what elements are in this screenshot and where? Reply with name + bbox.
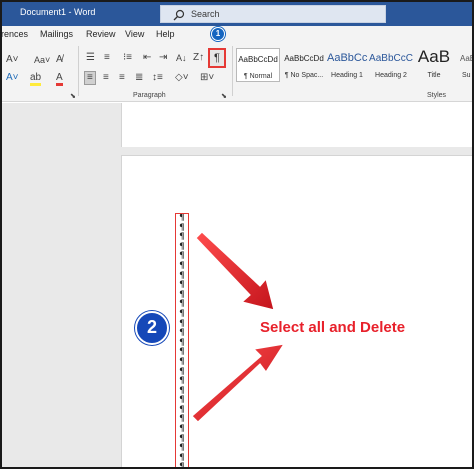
align-center-icon[interactable]: ≡ xyxy=(103,72,109,84)
style-sample: AaBbCcD xyxy=(460,54,474,63)
style-sample: AaBbCc xyxy=(327,52,368,64)
step-1-badge: 1 xyxy=(211,27,225,41)
tab-mailings[interactable]: Mailings xyxy=(40,29,73,39)
word-window: Document1 - Word Search rences Mailings … xyxy=(0,0,474,469)
paragraph-mark: ¶ xyxy=(179,462,185,469)
justify-icon[interactable]: ≣ xyxy=(135,72,143,84)
document-page[interactable] xyxy=(121,103,472,147)
text-effects-icon[interactable]: A˅ xyxy=(6,72,19,84)
tab-references[interactable]: rences xyxy=(2,29,28,39)
select-all-delete-callout: Select all and Delete xyxy=(260,319,406,336)
font-size-down-icon[interactable]: A˅ xyxy=(6,54,19,66)
clear-formatting-icon[interactable]: A̸ xyxy=(56,54,63,66)
sort-icon[interactable]: A↓ xyxy=(176,52,187,64)
style-name: ¶ Normal xyxy=(243,73,273,80)
paragraph-dialog-launcher-icon[interactable]: ⬊ xyxy=(221,92,227,100)
numbering-icon[interactable]: ≡ xyxy=(104,52,110,64)
style-heading-1[interactable]: AaBbCc Heading 1 xyxy=(327,48,367,82)
style-sample: AaBbCcC xyxy=(369,53,413,64)
style-normal[interactable]: AaBbCcDd ¶ Normal xyxy=(236,48,280,82)
paragraph-marks-selection[interactable]: ¶ ¶ ¶ ¶ ¶ ¶ ¶ ¶ ¶ ¶ ¶ ¶ ¶ ¶ ¶ ¶ ¶ ¶ ¶ ¶ ¶ ¶ ¶ ¶ ¶ ¶ ¶ xyxy=(175,213,189,469)
highlight-color-icon[interactable]: ab xyxy=(30,72,42,86)
search-icon xyxy=(173,9,185,21)
sort-za-icon[interactable]: Z↑ xyxy=(193,52,204,64)
style-sample: AaBbCcDd xyxy=(238,55,278,64)
show-hide-formatting-button[interactable]: ¶ xyxy=(208,48,226,68)
style-sample: AaBbCcDd xyxy=(284,54,324,63)
borders-icon[interactable]: ⊞˅ xyxy=(200,72,214,84)
group-separator xyxy=(232,46,233,96)
align-right-icon[interactable]: ≡ xyxy=(119,72,125,84)
step-2-badge: 2 xyxy=(135,311,169,345)
style-no-spacing[interactable]: AaBbCcDd ¶ No Spac... xyxy=(281,48,327,82)
shading-icon[interactable]: ◇˅ xyxy=(175,72,189,84)
style-subtitle[interactable]: AaBbCcD Su xyxy=(456,48,474,82)
paragraph-group-label: Paragraph xyxy=(133,92,166,99)
style-name: Su xyxy=(462,72,471,79)
font-color-icon[interactable]: A xyxy=(56,72,63,86)
style-heading-2[interactable]: AaBbCcC Heading 2 xyxy=(369,48,413,82)
title-bar: Document1 - Word Search xyxy=(2,2,472,26)
bullets-icon[interactable]: ☰ xyxy=(86,52,95,64)
style-name: Title xyxy=(427,72,441,79)
window-title: Document1 - Word xyxy=(20,7,96,17)
pilcrow-icon: ¶ xyxy=(214,52,220,64)
change-case-icon[interactable]: Aa˅ xyxy=(34,54,50,66)
align-left-icon[interactable]: ≡ xyxy=(84,71,96,85)
style-name: Heading 2 xyxy=(375,72,407,79)
search-placeholder: Search xyxy=(191,9,220,19)
styles-group-label: Styles xyxy=(427,92,447,99)
group-separator xyxy=(78,46,79,96)
increase-indent-icon[interactable]: ⇥ xyxy=(159,52,167,64)
line-spacing-icon[interactable]: ↕≡ xyxy=(152,72,163,84)
tab-view[interactable]: View xyxy=(125,29,144,39)
paragraph-marks: ¶ ¶ ¶ ¶ ¶ ¶ ¶ ¶ ¶ ¶ ¶ ¶ ¶ ¶ ¶ ¶ ¶ ¶ ¶ ¶ ¶ ¶ ¶ ¶ ¶ ¶ ¶ xyxy=(176,214,188,469)
style-name: Heading 1 xyxy=(331,72,363,79)
decrease-indent-icon[interactable]: ⇤ xyxy=(143,52,151,64)
style-title[interactable]: AaB Title xyxy=(414,47,454,82)
font-dialog-launcher-icon[interactable]: ⬊ xyxy=(70,92,76,100)
style-name: ¶ No Spac... xyxy=(284,72,324,79)
multilevel-list-icon[interactable]: ⁝≡ xyxy=(123,52,132,64)
document-page[interactable] xyxy=(121,155,472,467)
tab-help[interactable]: Help xyxy=(156,29,175,39)
style-sample: AaB xyxy=(417,47,451,66)
ribbon-tabs: rences Mailings Review View Help xyxy=(2,26,472,44)
tab-review[interactable]: Review xyxy=(86,29,116,39)
search-box[interactable]: Search xyxy=(160,5,386,23)
document-area xyxy=(2,103,472,467)
